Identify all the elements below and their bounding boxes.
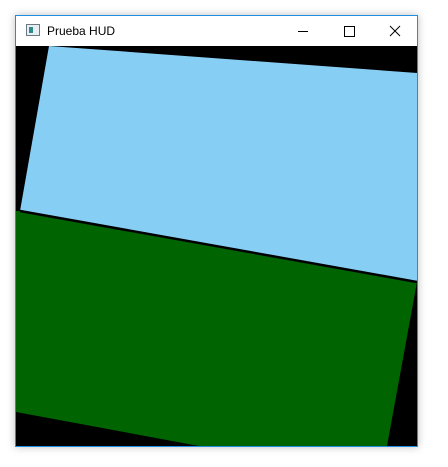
close-button[interactable]	[372, 16, 418, 46]
maximize-icon	[344, 26, 355, 37]
maximize-button[interactable]	[326, 16, 372, 46]
app-window: Prueba HUD	[15, 15, 418, 447]
attitude-scene	[16, 46, 417, 446]
render-viewport[interactable]	[16, 46, 417, 446]
title-bar[interactable]: Prueba HUD	[16, 16, 417, 46]
app-window-icon	[26, 24, 40, 36]
window-title: Prueba HUD	[47, 24, 116, 38]
minimize-button[interactable]	[280, 16, 326, 46]
minimize-icon	[298, 31, 308, 32]
close-icon	[389, 25, 401, 37]
